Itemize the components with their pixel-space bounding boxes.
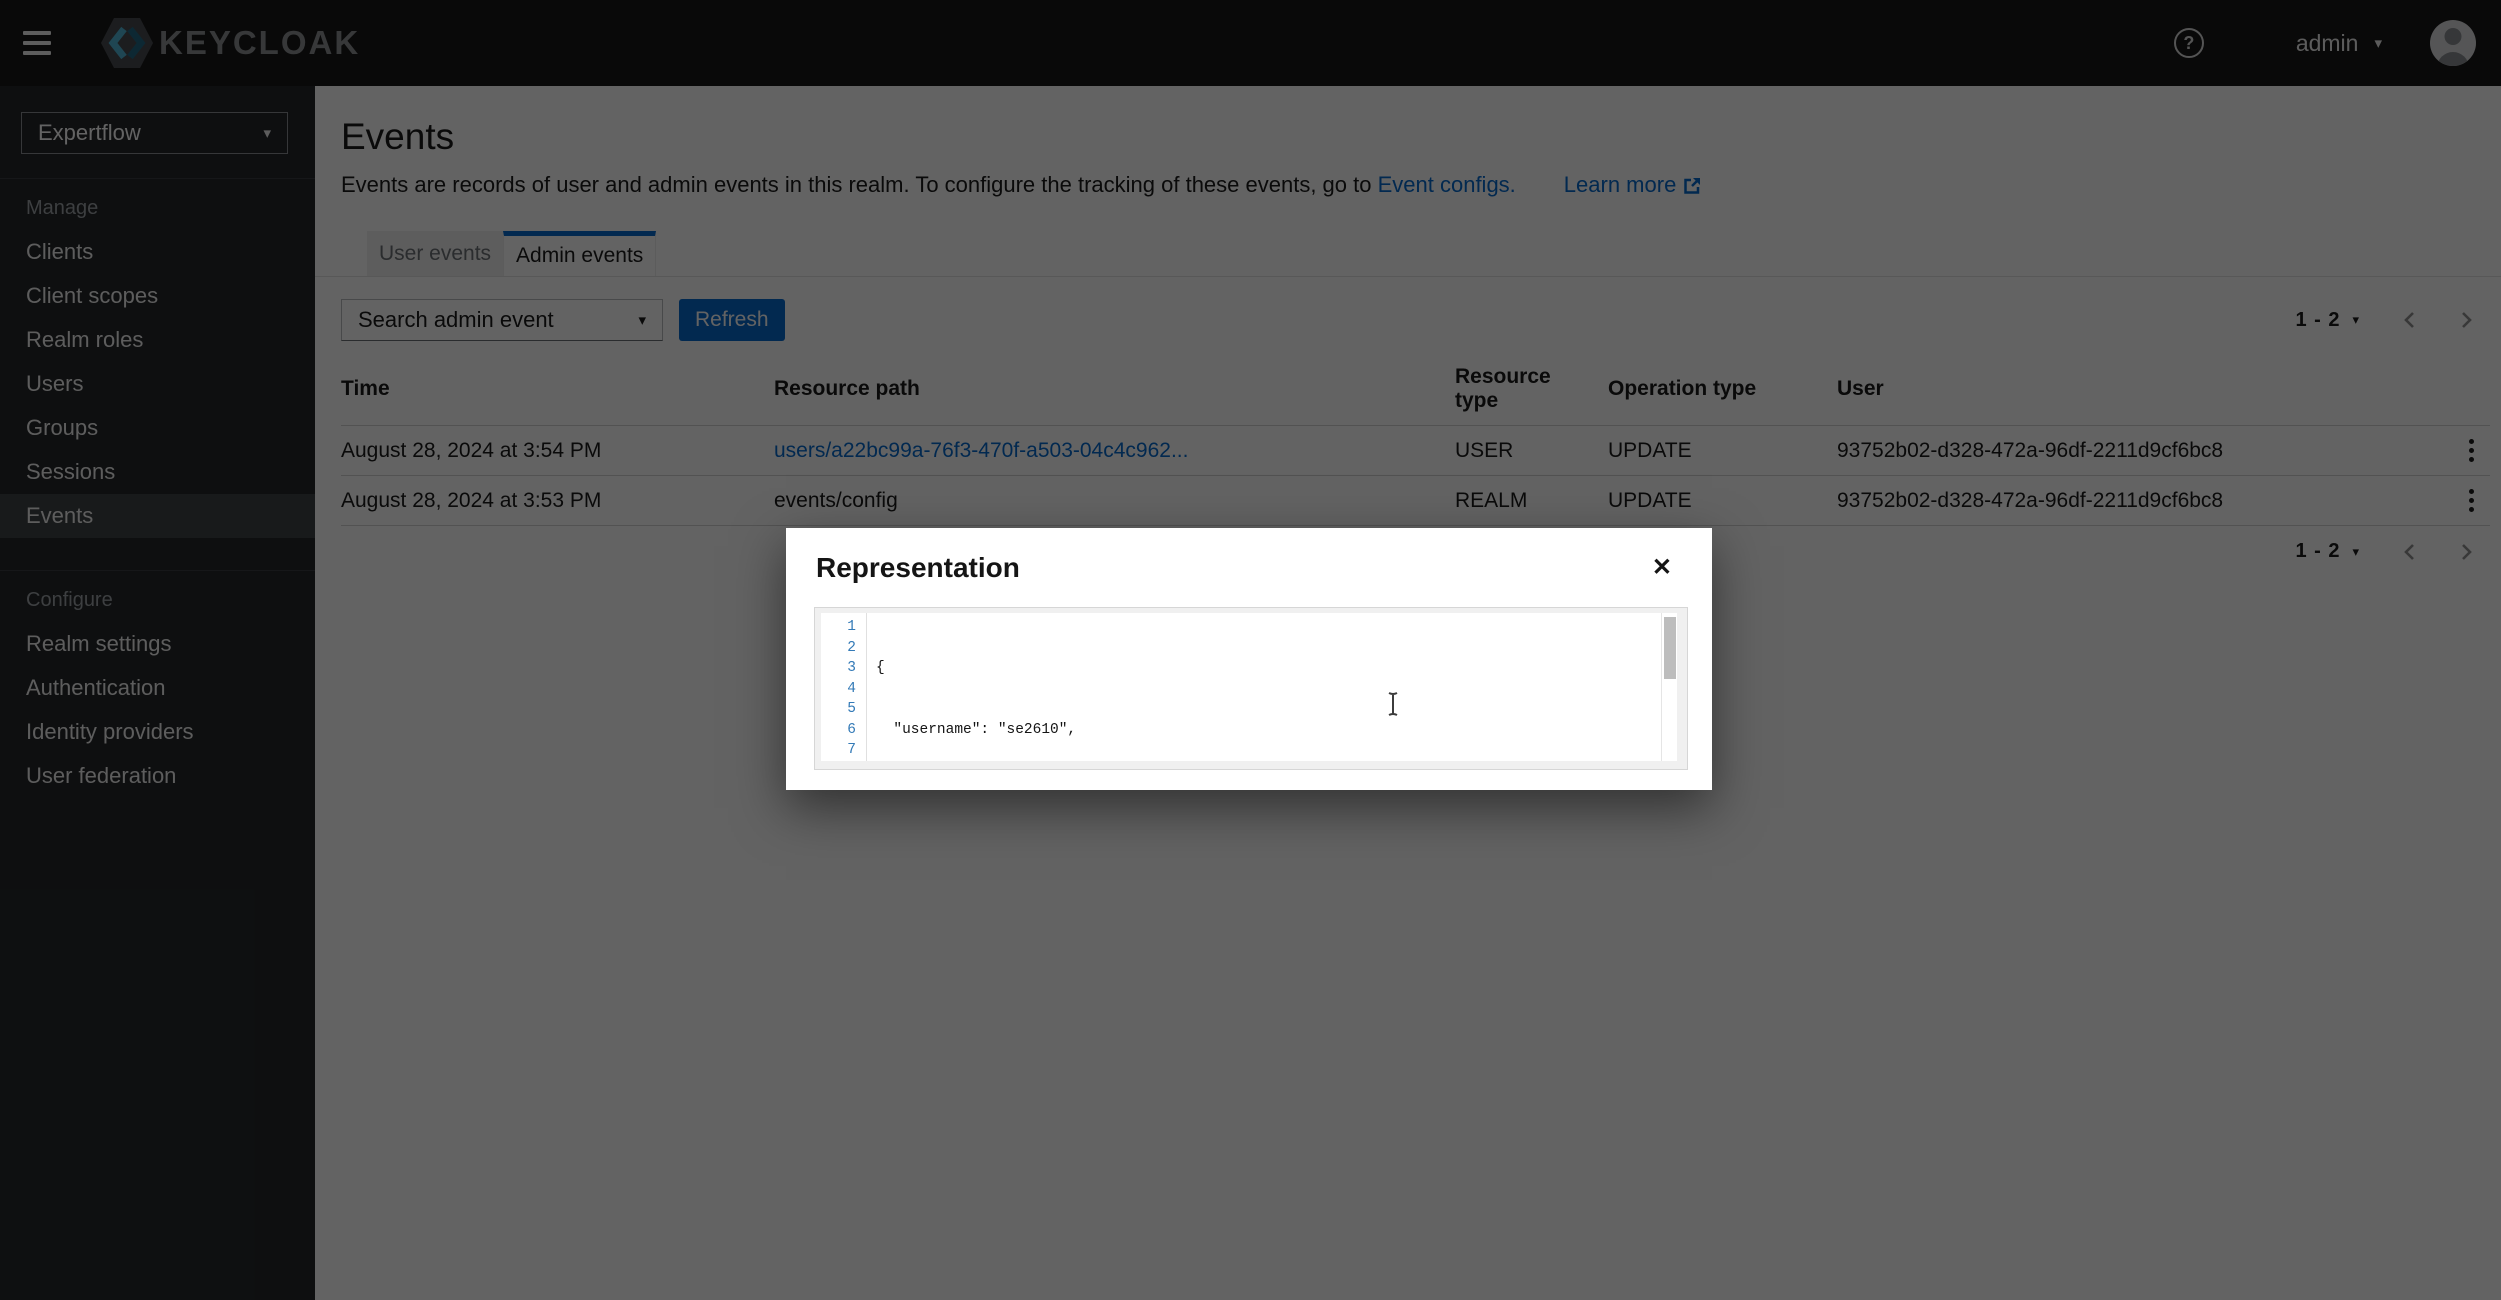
code-line: { [876,658,1677,679]
code-editor[interactable]: 1 2 3 4 5 6 7 { "username": "se2610", "e… [814,607,1688,770]
text-cursor-icon [1386,691,1400,722]
code-line: "username": "se2610", [876,720,1677,741]
editor-line-numbers: 1 2 3 4 5 6 7 [821,613,867,761]
representation-modal: Representation ✕ 1 2 3 4 5 6 7 { "userna… [786,528,1712,790]
scrollbar-thumb[interactable] [1664,617,1676,679]
close-icon[interactable]: ✕ [1648,552,1676,584]
modal-title: Representation [816,552,1020,584]
editor-code-content[interactable]: { "username": "se2610", "enabled": true,… [867,613,1677,761]
editor-scrollbar[interactable] [1661,613,1677,761]
